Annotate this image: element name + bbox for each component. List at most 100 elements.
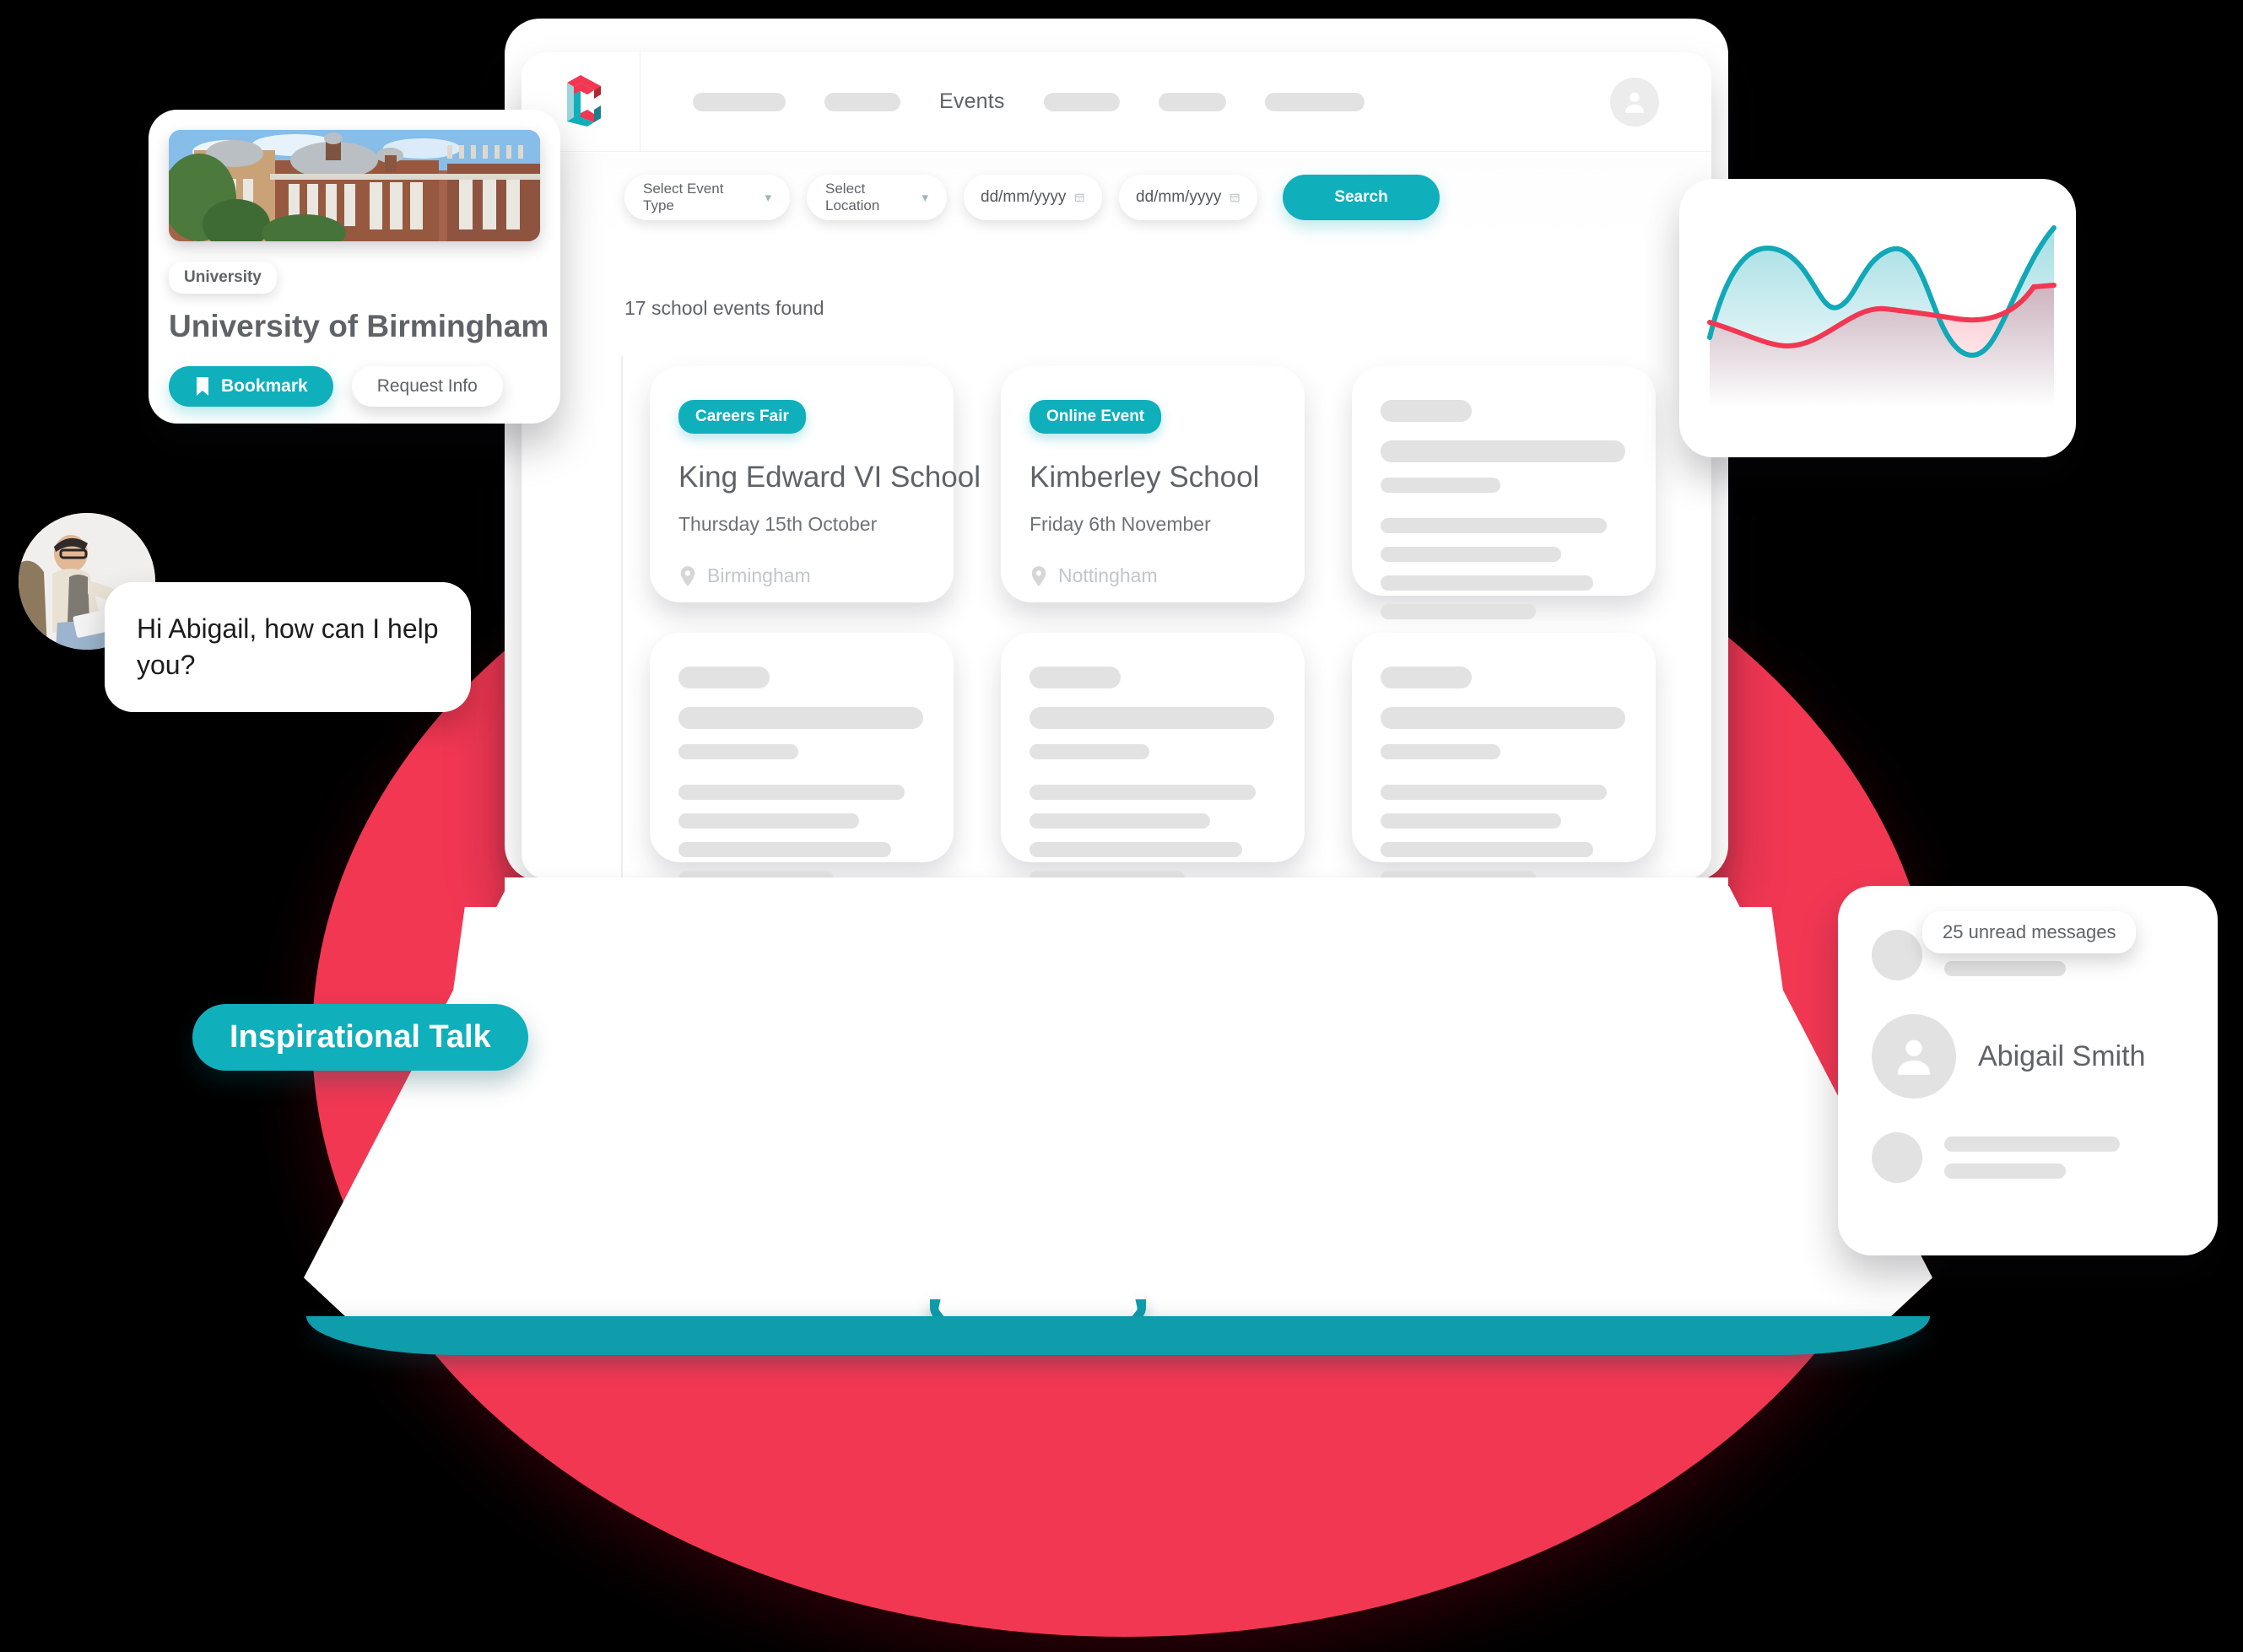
event-badge: Online Event [1030,400,1162,434]
skeleton-line [1381,547,1561,562]
user-avatar-icon [1624,92,1645,113]
nav-placeholder-2[interactable] [824,92,900,111]
event-date: Thursday 15th October [678,513,878,535]
skeleton-line [1381,478,1500,493]
inspirational-talk-pill[interactable]: Inspirational Talk [192,1004,528,1071]
laptop-keyboard-area [430,907,1806,1177]
skeleton-line [678,707,923,729]
skeleton-line [1381,842,1593,857]
date-to-value: dd/mm/yyyy [1136,188,1222,206]
skeleton-line [678,813,859,829]
event-date: Friday 6th November [1030,513,1211,535]
campus-illustration-icon [169,130,540,241]
skeleton-line [1381,707,1625,729]
university-actions: Bookmark Request Info [169,366,540,407]
message-avatar [1872,930,1922,980]
event-type-label: Select Event Type [643,181,724,213]
map-pin-icon [680,565,695,586]
skeleton-line [1381,744,1500,759]
skeleton-line [1030,813,1210,829]
message-row-featured[interactable]: Abigail Smith [1872,1014,2184,1099]
skeleton-line [1030,707,1274,729]
analytics-chart-card[interactable] [1679,179,2076,457]
skeleton-line [1030,785,1256,800]
skeleton-line [678,744,798,759]
event-badge: Careers Fair [678,400,806,434]
event-card-skeleton[interactable] [1352,366,1656,619]
skeleton-line [1381,785,1607,800]
event-title: Kimberley School [1030,461,1260,494]
event-card[interactable]: Online Event Kimberley School Friday 6th… [1001,366,1305,602]
nav-placeholder-5[interactable] [1264,92,1365,111]
date-from-value: dd/mm/yyyy [981,188,1067,206]
event-type-select[interactable]: Select Event Type ▾ [624,175,790,220]
message-placeholder-lines [1944,1136,2120,1179]
request-info-button[interactable]: Request Info [351,366,503,407]
nav-item-events[interactable]: Events [939,89,1005,114]
search-button[interactable]: Search [1283,175,1440,220]
bookmark-icon [197,377,208,396]
calendar-icon [1075,193,1084,202]
chat-message-bubble: Hi Abigail, how can I help you? [105,582,471,713]
date-from-input[interactable]: dd/mm/yyyy [964,175,1102,220]
user-avatar-icon [1897,1039,1931,1075]
location-label: Select Location [825,181,880,213]
search-filter-bar: Select Event Type ▾ Select Location ▾ dd… [522,153,1711,242]
laptop-front-edge [306,1316,1930,1355]
event-title: King Edward VI School [678,461,981,494]
skeleton-line [1030,667,1121,688]
skeleton-line [678,667,770,688]
featured-avatar [1872,1014,1956,1099]
location-select[interactable]: Select Location ▾ [807,175,947,220]
event-card-skeleton[interactable] [1001,633,1305,879]
message-avatar [1872,1132,1922,1183]
events-grid: Careers Fair King Edward VI School Thurs… [650,366,1656,879]
skeleton-line [678,842,891,857]
event-location: Nottingham [1030,564,1276,587]
laptop-screen: Events Select Event Type ▾ Select Locati… [522,52,1711,879]
line-chart [1707,225,2057,407]
university-card[interactable]: University University of Birmingham Book… [149,110,560,424]
skeleton-line [1944,1163,2066,1179]
skeleton-line [1381,604,1536,619]
university-tag: University [169,262,277,294]
event-location: Birmingham [678,564,925,587]
message-row[interactable] [1872,1132,2184,1183]
event-card-skeleton[interactable] [650,633,954,879]
main-nav: Events [640,89,1610,114]
map-pin-icon [1031,565,1046,586]
skeleton-line [1381,667,1472,688]
header-avatar[interactable] [1610,77,1659,127]
bookmark-button[interactable]: Bookmark [169,366,333,407]
skeleton-line [1030,842,1242,857]
connectr-logo-icon [567,74,601,127]
nav-placeholder-1[interactable] [693,92,786,111]
skeleton-line [1030,744,1149,759]
university-name: University of Birmingham [169,309,549,343]
event-location-label: Birmingham [707,564,811,586]
results-count: 17 school events found [624,297,824,319]
event-location-label: Nottingham [1058,564,1158,586]
skeleton-line [1381,518,1607,533]
bookmark-label: Bookmark [221,376,308,396]
nav-placeholder-4[interactable] [1158,92,1226,111]
skeleton-line [1944,1136,2120,1152]
skeleton-line [1381,400,1472,422]
date-to-input[interactable]: dd/mm/yyyy [1119,175,1257,220]
nav-placeholder-3[interactable] [1043,92,1120,111]
university-photo [169,130,540,241]
skeleton-line [1381,813,1561,829]
screenshot-stage: Events Select Event Type ▾ Select Locati… [0,0,2243,1652]
featured-contact-name: Abigail Smith [1978,1039,2146,1072]
skeleton-line [1944,961,2066,976]
unread-messages-badge: 25 unread messages [1922,911,2137,953]
skeleton-line [1381,575,1593,591]
left-rule-divider [621,356,623,879]
laptop-front-notch [938,1228,1138,1327]
event-card-skeleton[interactable] [1352,633,1656,879]
chevron-down-icon: ▾ [765,191,771,205]
event-card[interactable]: Careers Fair King Edward VI School Thurs… [650,366,981,602]
site-header: Events [522,52,1711,152]
skeleton-line [678,785,905,800]
chevron-down-icon: ▾ [922,191,928,205]
